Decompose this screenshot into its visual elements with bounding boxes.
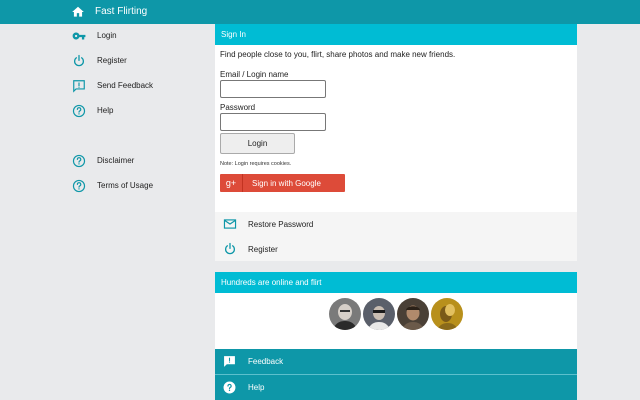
sidebar-item-help[interactable]: Help [0, 99, 215, 124]
sidebar-item-terms-of-usage[interactable]: Terms of Usage [0, 174, 215, 199]
online-header-title: Hundreds are online and flirt [221, 278, 322, 287]
email-label: Email / Login name [220, 70, 289, 79]
help-icon [72, 179, 86, 193]
login-button[interactable]: Login [220, 133, 295, 154]
restore-password-label: Restore Password [248, 220, 314, 229]
signin-intro: Find people close to you, flirt, share p… [220, 50, 456, 59]
avatar[interactable] [431, 298, 463, 330]
signin-header: Sign In [215, 24, 577, 45]
feedback-icon [224, 356, 235, 367]
home-icon[interactable] [71, 5, 85, 19]
email-field[interactable] [220, 80, 326, 98]
help-icon [72, 104, 86, 118]
footer-feedback-label: Feedback [248, 357, 284, 366]
sidebar-item-label: Login [97, 31, 117, 40]
power-icon [225, 242, 235, 255]
avatar-strip [329, 298, 469, 330]
avatar[interactable] [363, 298, 395, 330]
sidebar-item-label: Terms of Usage [97, 181, 154, 190]
sidebar-item-disclaimer[interactable]: Disclaimer [0, 149, 215, 174]
avatar[interactable] [329, 298, 361, 330]
sidebar-item-label: Disclaimer [97, 156, 135, 165]
top-bar: Fast Flirting [0, 0, 640, 24]
online-header: Hundreds are online and flirt [215, 272, 577, 293]
footer-help-label: Help [248, 383, 265, 392]
google-plus-icon: g+ [220, 174, 243, 192]
restore-password-link[interactable]: Restore Password [215, 212, 577, 236]
app-title[interactable]: Fast Flirting [95, 6, 147, 17]
sidebar-item-send-feedback[interactable]: Send Feedback [0, 74, 215, 99]
footer-help-link[interactable]: Help [215, 375, 577, 400]
password-field[interactable] [220, 113, 326, 131]
feedback-icon [73, 80, 85, 93]
main-content: Sign In Find people close to you, flirt,… [215, 24, 577, 400]
google-signin-label: Sign in with Google [252, 179, 321, 188]
online-panel [215, 293, 577, 349]
cookies-note: Note: Login requires cookies. [220, 161, 292, 167]
register-link[interactable]: Register [215, 237, 577, 261]
sidebar-item-label: Send Feedback [97, 81, 154, 90]
avatar[interactable] [397, 298, 429, 330]
help-icon [223, 381, 236, 394]
signin-header-title: Sign In [221, 30, 246, 39]
sidebar-item-register[interactable]: Register [0, 49, 215, 74]
signin-panel: Find people close to you, flirt, share p… [215, 45, 577, 212]
account-links: Restore Password Register [215, 212, 577, 261]
sidebar: Login Register Send Feedback Help Discla… [0, 24, 215, 400]
sidebar-item-label: Help [97, 106, 114, 115]
register-label: Register [248, 245, 278, 254]
google-signin-button[interactable]: g+ Sign in with Google [220, 174, 345, 192]
power-icon [74, 54, 84, 67]
key-icon [72, 32, 86, 40]
password-label: Password [220, 103, 256, 112]
footer-feedback-link[interactable]: Feedback [215, 349, 577, 374]
mail-icon [223, 219, 237, 229]
sidebar-item-login[interactable]: Login [0, 24, 215, 49]
sidebar-item-label: Register [97, 56, 127, 65]
help-icon [72, 154, 86, 168]
